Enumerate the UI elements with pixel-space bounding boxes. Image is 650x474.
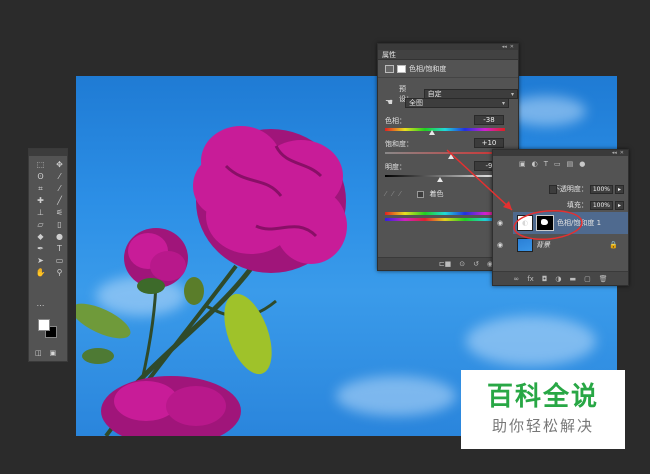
opacity-input[interactable]: 100% — [589, 184, 613, 194]
zoom-tool-icon[interactable]: ⚲ — [51, 268, 68, 278]
hue-input[interactable]: -38 — [474, 115, 504, 125]
output-color-bar — [385, 218, 505, 221]
blend-mode-dropdown[interactable] — [549, 185, 557, 194]
lasso-tool-icon[interactable]: ʘ — [32, 172, 49, 182]
hand-tool-icon[interactable]: ✋ — [32, 268, 49, 278]
new-adjustment-icon[interactable]: ◑ — [555, 275, 561, 283]
foreground-color-swatch[interactable] — [38, 319, 50, 331]
opacity-dropdown-icon[interactable]: ▸ — [614, 184, 624, 194]
crop-tool-icon[interactable]: ⌗ — [32, 184, 49, 194]
opacity-label: 不透明度： — [552, 185, 588, 193]
move-tool-icon[interactable]: ✥ — [51, 160, 68, 170]
reset-icon[interactable]: ↺ — [473, 260, 479, 268]
delete-layer-icon[interactable]: 🗑 — [599, 275, 608, 283]
gradient-tool-icon[interactable]: ▯ — [51, 220, 68, 230]
fill-label: 填充： — [566, 201, 588, 209]
saturation-track — [385, 152, 505, 154]
layers-collapse-icon[interactable]: ◂◂ — [612, 150, 617, 156]
eyedropper-icon[interactable]: ⁄ — [385, 190, 386, 198]
close-icon[interactable]: ✕ — [510, 44, 514, 50]
mask-icon[interactable] — [397, 64, 406, 73]
tools-panel: ⬚ ✥ ʘ ⁄ ⌗ ⁄ ✚ ╱ ⊥ ⚟ ▱ ▯ ◆ ● ✒ T ➤ ▭ ✋ ⚲ … — [28, 148, 68, 362]
background-thumbnail — [517, 238, 533, 252]
visibility-eye-icon[interactable]: ◉ — [497, 241, 503, 249]
dodge-tool-icon[interactable]: ● — [51, 232, 68, 242]
filter-toggle-icon[interactable]: ● — [579, 160, 585, 168]
adjustment-thumbnail-icon: ◐ — [517, 215, 533, 231]
eyedropper-tool-icon[interactable]: ⁄ — [51, 184, 68, 194]
layer-style-icon[interactable]: fx — [527, 275, 534, 283]
filter-adjustment-icon[interactable]: ◐ — [532, 160, 538, 168]
fill-input[interactable]: 100% — [589, 200, 613, 210]
type-tool-icon[interactable]: T — [51, 244, 68, 254]
saturation-input[interactable]: +10 — [474, 138, 504, 148]
saturation-slider-thumb[interactable] — [448, 154, 454, 159]
filter-pixel-icon[interactable]: ▣ — [519, 160, 526, 168]
adjustment-layer-icon[interactable] — [385, 64, 394, 73]
history-brush-tool-icon[interactable]: ⚟ — [51, 208, 68, 218]
tools-panel-header[interactable] — [29, 149, 67, 156]
saturation-label: 饱和度： — [385, 140, 413, 148]
healing-brush-tool-icon[interactable]: ✚ — [32, 196, 49, 206]
lightness-slider-thumb[interactable] — [436, 177, 443, 182]
colorize-label: 着色 — [429, 190, 444, 198]
properties-tab[interactable]: 属性 — [378, 50, 518, 60]
channel-select[interactable]: 全图 — [405, 98, 509, 108]
layer-name: 背景 — [536, 241, 550, 249]
visibility-eye-icon[interactable]: ◉ — [497, 219, 503, 227]
blur-tool-icon[interactable]: ◆ — [32, 232, 49, 242]
new-group-icon[interactable]: ▬ — [569, 275, 576, 283]
layers-close-icon[interactable]: ✕ — [620, 150, 624, 156]
filter-shape-icon[interactable]: ▭ — [554, 160, 561, 168]
layer-name: 色相/饱和度 1 — [557, 219, 602, 227]
eyedropper-subtract-icon[interactable]: ⁄ — [399, 190, 400, 198]
adjustment-title: 色相/饱和度 — [409, 64, 447, 73]
layers-panel: ◂◂ ✕ ▣ ◐ T ▭ ▤ ● 不透明度： 100% ▸ 填充： 100% ▸… — [492, 149, 629, 286]
marquee-tool-icon[interactable]: ⬚ — [32, 160, 49, 170]
targeted-adjustment-hand-icon[interactable]: ☚ — [385, 98, 401, 108]
watermark-subtitle: 助你轻松解决 — [491, 417, 594, 436]
filter-smart-icon[interactable]: ▤ — [567, 160, 574, 168]
input-color-bar — [385, 212, 505, 215]
more-tools-icon[interactable]: … — [32, 299, 49, 309]
eraser-tool-icon[interactable]: ▱ — [32, 220, 49, 230]
new-layer-icon[interactable]: ▢ — [584, 275, 591, 283]
link-layers-icon[interactable]: ∞ — [513, 275, 519, 283]
layer-row-background[interactable]: ◉ 背景 🔒 — [497, 234, 628, 256]
shape-tool-icon[interactable]: ▭ — [51, 256, 68, 266]
eyedropper-add-icon[interactable]: ⁄ — [392, 190, 393, 198]
screen-mode-icon[interactable]: ▣ — [50, 349, 57, 357]
view-previous-icon[interactable]: ⊙ — [459, 260, 465, 268]
hue-slider-thumb[interactable] — [429, 130, 436, 135]
watermark-logo: 百科全说 助你轻松解决 — [461, 370, 625, 449]
lightness-label: 明度： — [385, 163, 406, 171]
brush-tool-icon[interactable]: ╱ — [51, 196, 68, 206]
colorize-checkbox[interactable] — [416, 190, 424, 198]
pen-tool-icon[interactable]: ✒ — [32, 244, 49, 254]
clip-to-layer-icon[interactable]: ⊏■ — [439, 260, 451, 268]
layer-row-hue-saturation[interactable]: ◉ ◐ 色相/饱和度 1 — [497, 212, 628, 234]
fill-dropdown-icon[interactable]: ▸ — [614, 200, 624, 210]
filter-type-icon[interactable]: T — [544, 160, 548, 168]
hue-label: 色相： — [385, 117, 406, 125]
lock-icon: 🔒 — [609, 241, 618, 249]
add-mask-icon[interactable]: ◘ — [542, 275, 548, 283]
watermark-title: 百科全说 — [486, 381, 599, 412]
quick-mask-icon[interactable]: ◫ — [35, 349, 42, 357]
path-select-tool-icon[interactable]: ➤ — [32, 256, 49, 266]
collapse-icon[interactable]: ◂◂ — [502, 44, 507, 50]
quick-select-tool-icon[interactable]: ⁄ — [51, 172, 68, 182]
stamp-tool-icon[interactable]: ⊥ — [32, 208, 49, 218]
layer-mask-thumbnail[interactable] — [536, 215, 554, 231]
hue-spectrum — [385, 128, 505, 131]
lightness-track — [385, 175, 505, 177]
